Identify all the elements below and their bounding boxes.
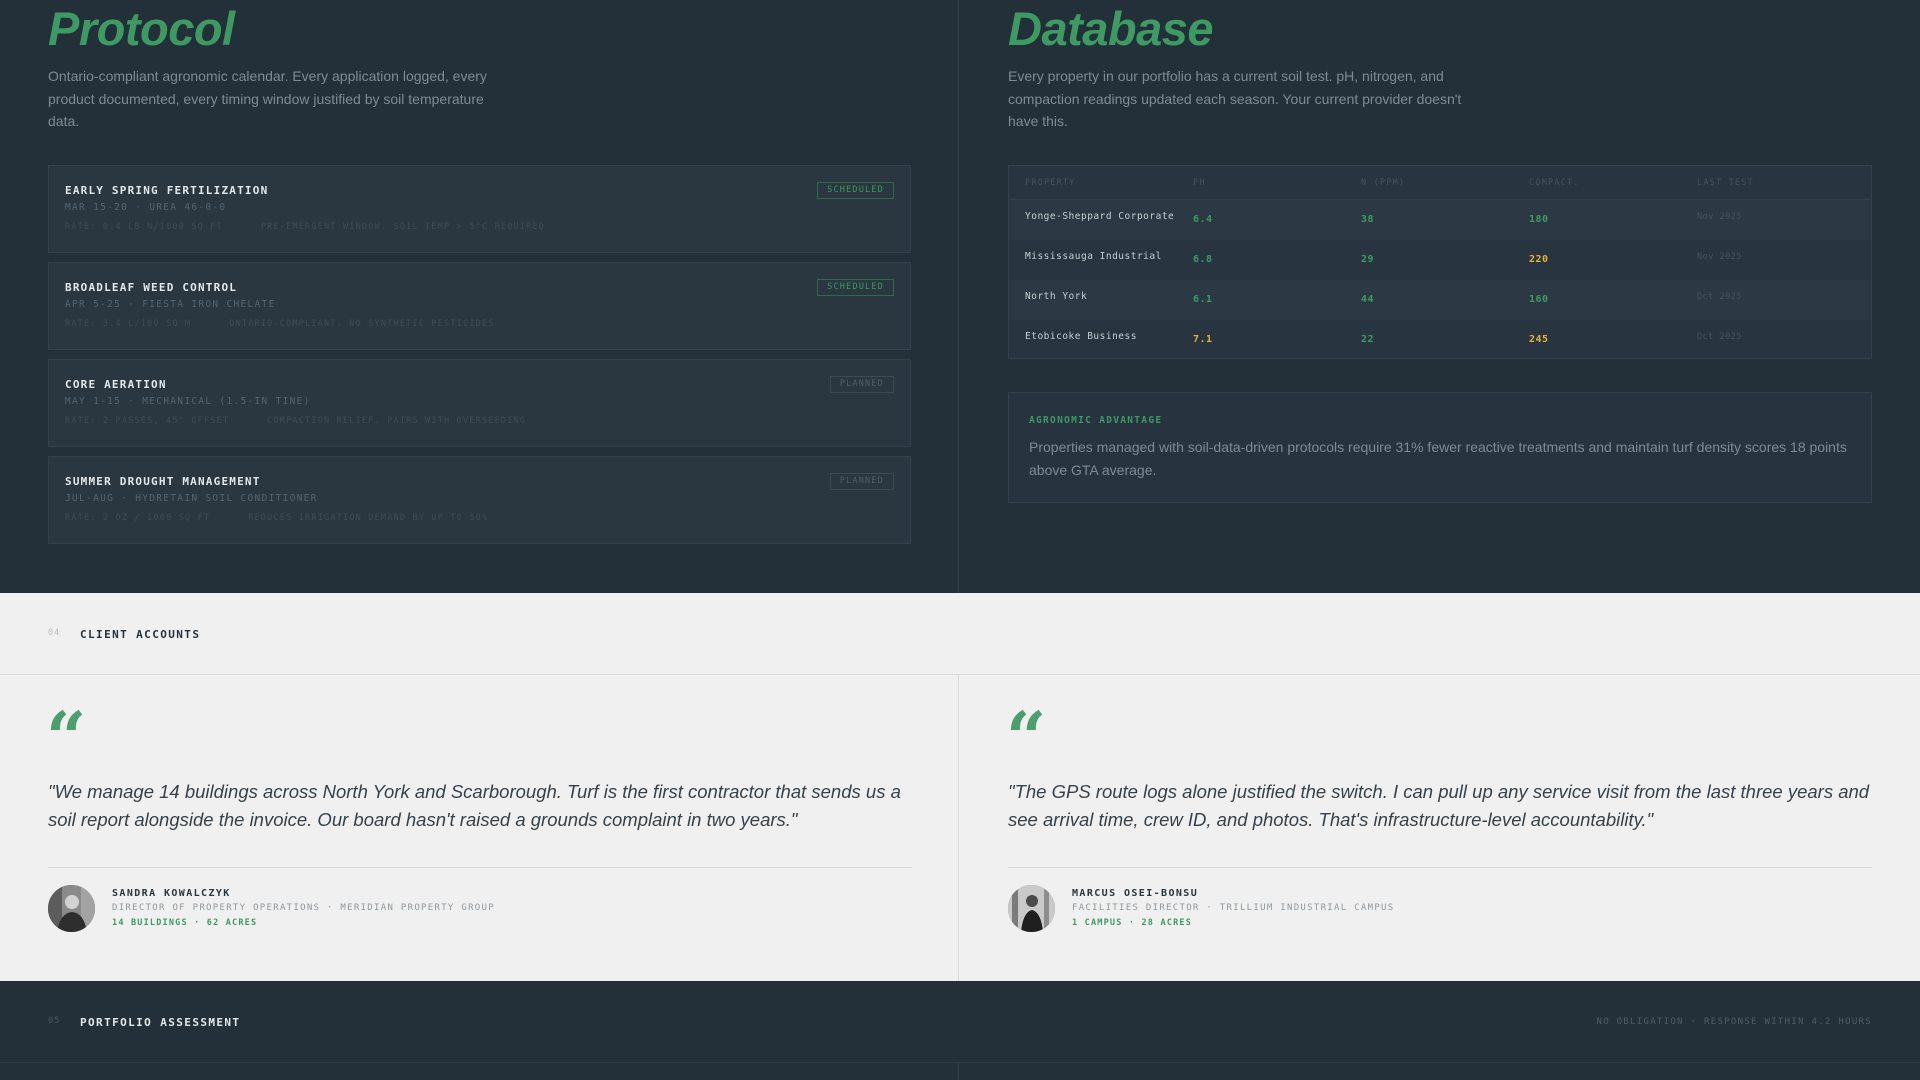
- cell-compaction: 160: [1529, 294, 1549, 305]
- section-title: PORTFOLIO ASSESSMENT: [80, 1016, 241, 1029]
- cell-nitrogen: 29: [1361, 254, 1375, 265]
- quote-icon: “: [1006, 696, 1047, 779]
- testimonial-stats: 1 CAMPUS · 28 ACRES: [1072, 918, 1193, 928]
- cell-ph: 6.8: [1193, 254, 1213, 265]
- section-number: 04: [48, 628, 61, 638]
- protocol-card-title: EARLY SPRING FERTILIZATION: [65, 184, 269, 197]
- section-title: CLIENT ACCOUNTS: [80, 628, 201, 641]
- cell-last-test: Nov 2025: [1697, 252, 1742, 262]
- cell-ph: 6.1: [1193, 294, 1213, 305]
- divider: [48, 867, 912, 868]
- column-divider: [958, 1063, 959, 1080]
- cell-compaction: 245: [1529, 334, 1549, 345]
- protocol-card-title: SUMMER DROUGHT MANAGEMENT: [65, 475, 261, 488]
- cell-nitrogen: 22: [1361, 334, 1375, 345]
- testimonial-quote: "We manage 14 buildings across North Yor…: [48, 781, 901, 830]
- status-badge: SCHEDULED: [817, 279, 894, 296]
- client-accounts-section: 04 CLIENT ACCOUNTS “ "We manage 14 build…: [0, 593, 1920, 981]
- cell-nitrogen: 44: [1361, 294, 1375, 305]
- column-header-ph[interactable]: PH: [1193, 178, 1206, 188]
- column-header-last-test[interactable]: LAST TEST: [1697, 178, 1754, 188]
- testimonial-stats: 14 BUILDINGS · 62 ACRES: [112, 918, 258, 928]
- protocol-card-meta: RATE: 3.4 L/100 SQ M ONTARIO-COMPLIANT. …: [65, 319, 495, 329]
- testimonial-quote: "The GPS route logs alone justified the …: [1008, 781, 1870, 830]
- table-row[interactable]: Yonge-Sheppard Corporate 6.4 38 180 Nov …: [1009, 200, 1871, 240]
- testimonial-role: DIRECTOR OF PROPERTY OPERATIONS · MERIDI…: [112, 903, 495, 913]
- avatar: [1008, 885, 1055, 932]
- cell-ph: 7.1: [1193, 334, 1213, 345]
- testimonial-name: SANDRA KOWALCZYK: [112, 888, 231, 899]
- testimonial-name: MARCUS OSEI-BONSU: [1072, 888, 1199, 899]
- protocol-card[interactable]: SUMMER DROUGHT MANAGEMENT JUL-AUG · HYDR…: [48, 456, 911, 544]
- advantage-label: AGRONOMIC ADVANTAGE: [1029, 415, 1163, 426]
- protocol-card-meta: RATE: 2 OZ / 1000 SQ FT REDUCES IRRIGATI…: [65, 513, 489, 523]
- section-header: 04 CLIENT ACCOUNTS: [0, 593, 1920, 675]
- cell-property: North York: [1025, 291, 1088, 302]
- cell-ph: 6.4: [1193, 214, 1213, 225]
- cell-nitrogen: 38: [1361, 214, 1375, 225]
- status-badge: PLANNED: [829, 376, 894, 393]
- column-divider: [958, 675, 959, 981]
- protocol-card-subtitle: MAR 15-20 · UREA 46-0-0: [65, 202, 227, 213]
- cell-compaction: 220: [1529, 254, 1549, 265]
- protocol-card[interactable]: BROADLEAF WEED CONTROL APR 5-25 · FIESTA…: [48, 262, 911, 350]
- column-header-compaction[interactable]: COMPACT.: [1529, 178, 1580, 188]
- avatar: [48, 885, 95, 932]
- table-row[interactable]: Mississauga Industrial 6.8 29 220 Nov 20…: [1009, 240, 1871, 280]
- cell-property: Etobicoke Business: [1025, 331, 1137, 342]
- protocol-card-meta: RATE: 0.4 LB N/1000 SQ FT PRE-EMERGENT W…: [65, 222, 546, 232]
- cell-property: Yonge-Sheppard Corporate: [1025, 211, 1175, 222]
- agronomic-advantage-panel: AGRONOMIC ADVANTAGE Properties managed w…: [1008, 392, 1872, 503]
- cell-last-test: Oct 2025: [1697, 292, 1742, 302]
- protocol-card-title: CORE AERATION: [65, 378, 167, 391]
- protocol-card-meta: RATE: 2 PASSES, 45° OFFSET COMPACTION RE…: [65, 416, 527, 426]
- soil-data-table: PROPERTY PH N (PPM) COMPACT. LAST TEST Y…: [1008, 165, 1872, 359]
- cell-last-test: Nov 2025: [1697, 212, 1742, 222]
- response-note: NO OBLIGATION · RESPONSE WITHIN 4.2 HOUR…: [1596, 1017, 1872, 1027]
- table-header: PROPERTY PH N (PPM) COMPACT. LAST TEST: [1009, 166, 1871, 200]
- status-badge: PLANNED: [829, 473, 894, 490]
- person-photo-icon: [48, 885, 95, 932]
- portfolio-assessment-section: 05 PORTFOLIO ASSESSMENT NO OBLIGATION · …: [0, 981, 1920, 1080]
- section-number: 05: [48, 1016, 61, 1026]
- database-title: Database: [1008, 2, 1214, 55]
- advantage-text: Properties managed with soil-data-driven…: [1029, 439, 1847, 478]
- status-badge: SCHEDULED: [817, 182, 894, 199]
- protocol-title: Protocol: [48, 2, 235, 55]
- database-description: Every property in our portfolio has a cu…: [1008, 68, 1462, 129]
- column-header-property[interactable]: PROPERTY: [1025, 178, 1076, 188]
- protocol-card-subtitle: MAY 1-15 · MECHANICAL (1.5-IN TINE): [65, 396, 311, 407]
- table-row[interactable]: Etobicoke Business 7.1 22 245 Oct 2025: [1009, 320, 1871, 360]
- column-divider: [958, 0, 959, 593]
- person-photo-icon: [1008, 885, 1055, 932]
- cell-last-test: Oct 2025: [1697, 332, 1742, 342]
- column-header-nitrogen[interactable]: N (PPM): [1361, 178, 1405, 188]
- divider: [1008, 867, 1872, 868]
- protocol-database-section: Protocol Ontario-compliant agronomic cal…: [0, 0, 1920, 593]
- testimonial-role: FACILITIES DIRECTOR · TRILLIUM INDUSTRIA…: [1072, 903, 1395, 913]
- cell-property: Mississauga Industrial: [1025, 251, 1162, 262]
- protocol-description: Ontario-compliant agronomic calendar. Ev…: [48, 68, 487, 129]
- protocol-card[interactable]: EARLY SPRING FERTILIZATION MAR 15-20 · U…: [48, 165, 911, 253]
- cell-compaction: 180: [1529, 214, 1549, 225]
- protocol-card-subtitle: JUL-AUG · HYDRETAIN SOIL CONDITIONER: [65, 493, 318, 504]
- section-header: 05 PORTFOLIO ASSESSMENT NO OBLIGATION · …: [0, 981, 1920, 1063]
- table-row[interactable]: North York 6.1 44 160 Oct 2025: [1009, 280, 1871, 320]
- protocol-card-title: BROADLEAF WEED CONTROL: [65, 281, 238, 294]
- protocol-card[interactable]: CORE AERATION MAY 1-15 · MECHANICAL (1.5…: [48, 359, 911, 447]
- protocol-card-subtitle: APR 5-25 · FIESTA IRON CHELATE: [65, 299, 276, 310]
- quote-icon: “: [46, 696, 87, 779]
